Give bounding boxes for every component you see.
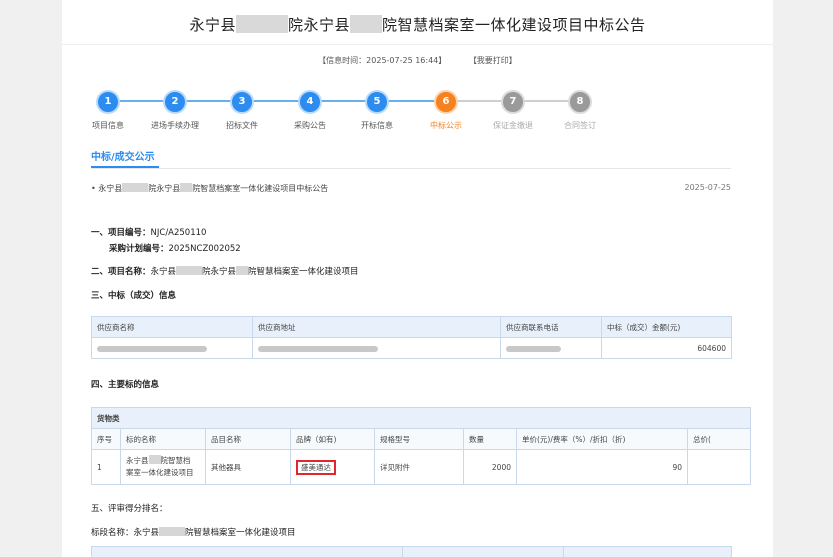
step-number: 5 [365,90,389,114]
redacted-block [148,455,161,464]
step-5[interactable]: 5 开标信息 [337,88,417,131]
step-label: 开标信息 [361,121,393,130]
column-header: 供应商地址 [252,316,501,338]
redacted-block [236,266,249,275]
item-brand-highlighted: 盛美通达 [296,459,336,475]
column-header: 数量 [463,428,517,450]
column-header: 总价( [687,428,751,450]
notice-card: 永宁县 院永宁县 院智慧档案室一体化建设项目中标公告 【信息时间：2025-07-2… [62,0,773,557]
section-heading: 五、评审得分排名： [91,504,168,514]
step-number: 6 [434,90,458,114]
step-number: 7 [501,90,525,114]
supplier-name-redacted [91,337,253,359]
progress-steps: 1 项目信息 2 进场手续办理 3 招标文件 4 采购公告 5 开标信息 6 中… [62,88,773,134]
column-header [91,546,403,557]
info-time: 【信息时间：2025-07-25 16:44】 [318,56,447,65]
column-header: 供应商联系电话 [500,316,602,338]
section-heading: 三、中标（成交）信息 [91,291,177,301]
table-header-row: 序号 标的名称 品目名称 品牌（如有) 规格型号 数量 单价(元)/费率（%）/… [91,428,751,450]
bid-section-label: 标段名称： [91,528,134,538]
redacted-block [235,15,288,33]
item-spec: 详见附件 [374,449,464,485]
project-name-text: 院智慧档案室一体化建设项目 [248,267,359,277]
item-category: 其他器具 [205,449,291,485]
step-label: 合同签订 [564,121,596,130]
column-header: 中标（成交）金额(元) [601,316,732,338]
column-header [402,546,564,557]
section-main-items: 四、主要标的信息 [91,378,159,390]
redacted-block [159,527,186,536]
plan-number: 2025NCZ002052 [168,244,241,254]
project-name-text: 永宁县 [150,267,177,277]
supplier-table: 供应商名称 供应商地址 供应商联系电话 中标（成交）金额(元) 604600 [91,316,732,359]
plan-number-row: 采购计划编号：2025NCZ002052 [109,242,241,254]
column-header: 品目名称 [205,428,291,450]
item-unit-price: 90 [516,449,688,485]
ranking-table [91,546,732,557]
item-quantity: 2000 [463,449,517,485]
table-group-row: 货物类 [91,407,751,429]
redacted-block [122,183,149,192]
title-part: 院智慧档案室一体化建设项目中标公告 [382,16,646,34]
table-row: 604600 [91,337,732,359]
notice-date: 2025-07-25 [684,183,732,192]
column-header [563,546,732,557]
bid-section-text: 永宁县 [133,528,160,538]
title-divider [62,44,773,45]
goods-table: 货物类 序号 标的名称 品目名称 品牌（如有) 规格型号 数量 单价(元)/费率… [91,407,751,485]
step-number: 2 [163,90,187,114]
tab-award-notice[interactable]: 中标/成交公示 [91,148,155,163]
bullet: • [91,184,96,193]
info-bar: 【信息时间：2025-07-25 16:44】 【我要打印】 [62,55,773,66]
plan-label: 采购计划编号： [109,244,169,254]
section-project-no: 一、项目编号：NJC/A250110 [91,226,206,238]
project-name-text: 院永宁县 [202,267,237,277]
item-name: 永宁县 院智慧档 案室一体化建设项目 [120,449,206,485]
title-part: 院永宁县 [287,16,350,34]
tab-border [91,168,731,169]
redacted-block [176,266,203,275]
bid-section-name: 标段名称：永宁县 院智慧档案室一体化建设项目 [91,526,296,538]
notice-list-item[interactable]: • 永宁县 院永宁县 院智慧档案室一体化建设项目中标公告 2025-07-25 [91,183,731,194]
section-heading: 四、主要标的信息 [91,380,160,390]
print-link[interactable]: 【我要打印】 [469,56,517,65]
bid-section-text: 院智慧档案室一体化建设项目 [185,528,296,538]
table-row: 1 永宁县 院智慧档 案室一体化建设项目 其他器具 盛美通达 详见附件 2000 … [91,449,751,485]
section-heading: 一、项目编号： [91,228,151,238]
title-part: 永宁县 [189,16,236,34]
column-header: 标的名称 [120,428,206,450]
step-8[interactable]: 8 合同签订 [540,88,620,131]
column-header: 品牌（如有) [290,428,375,450]
notice-text: 院智慧档案室一体化建设项目中标公告 [192,184,329,193]
item-total [687,449,751,485]
column-header: 单价(元)/费率（%）/折扣（折) [516,428,688,450]
notice-text: 永宁县 [98,184,123,193]
project-number: NJC/A250110 [150,228,207,238]
section-ranking: 五、评审得分排名： [91,502,168,514]
section-award-info: 三、中标（成交）信息 [91,289,176,301]
step-number: 8 [568,90,592,114]
row-index: 1 [91,449,121,485]
column-header: 规格型号 [374,428,464,450]
table-header-row: 供应商名称 供应商地址 供应商联系电话 中标（成交）金额(元) [91,316,732,338]
table-header-row [91,546,732,557]
page-title: 永宁县 院永宁县 院智慧档案室一体化建设项目中标公告 [62,14,773,35]
section-heading: 二、项目名称： [91,267,151,277]
redacted-block [180,183,193,192]
supplier-phone-redacted [500,337,602,359]
notice-text: 院永宁县 [148,184,181,193]
group-label: 货物类 [91,407,751,429]
column-header: 供应商名称 [91,316,253,338]
supplier-address-redacted [252,337,501,359]
redacted-block [350,15,382,33]
step-number: 1 [96,90,120,114]
step-number: 3 [230,90,254,114]
award-amount: 604600 [601,337,732,359]
column-header: 序号 [91,428,121,450]
section-project-name: 二、项目名称：永宁县 院永宁县 院智慧档案室一体化建设项目 [91,265,359,277]
item-brand-cell: 盛美通达 [290,449,375,485]
step-number: 4 [298,90,322,114]
